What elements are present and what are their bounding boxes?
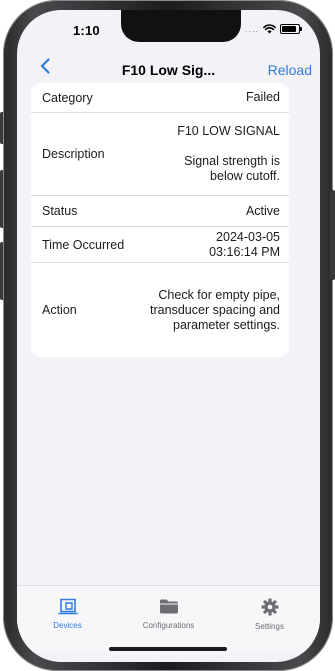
detail-value: Failed [245, 90, 280, 104]
detail-label: Status [42, 204, 78, 218]
tab-configurations[interactable]: Configurations [118, 586, 219, 653]
device-mockup: 1:10 .... F10 Low Sig... Reload Category… [0, 0, 335, 671]
home-indicator[interactable] [109, 647, 227, 651]
battery-icon [280, 24, 302, 34]
detail-value: 2024-03-05 03:16:14 PM [209, 229, 280, 259]
reload-button[interactable]: Reload [268, 62, 312, 78]
detail-label: Time Occurred [42, 237, 125, 252]
detail-row-action: Action Check for empty pipe, transducer … [31, 263, 289, 357]
devices-icon [57, 598, 78, 615]
status-bar: 1:10 .... [17, 10, 320, 50]
tab-label: Devices [53, 621, 82, 630]
power-button [330, 190, 335, 280]
status-time: 1:10 [73, 23, 100, 38]
tab-label: Settings [255, 622, 284, 631]
detail-row-category: Category Failed [31, 83, 289, 113]
detail-row-description: Description F10 LOW SIGNAL Signal streng… [31, 113, 289, 196]
tab-label: Configurations [142, 621, 195, 630]
detail-value: Active [245, 203, 280, 218]
folder-icon [159, 599, 178, 614]
page-title: F10 Low Sig... [121, 62, 216, 78]
alarm-detail-card: Category Failed Description F10 LOW SIGN… [31, 83, 289, 357]
gear-icon [261, 598, 278, 616]
detail-value: Check for empty pipe, transducer spacing… [150, 287, 280, 332]
detail-label: Action [42, 303, 77, 317]
chevron-left-icon[interactable] [36, 56, 56, 76]
detail-label: Description [42, 147, 105, 161]
tab-settings[interactable]: Settings [219, 586, 320, 653]
tab-bar: Devices Configurations Settings [17, 585, 320, 653]
detail-label: Category [42, 90, 93, 105]
status-indicators: .... [244, 24, 302, 34]
wifi-icon [263, 24, 276, 34]
detail-row-status: Status Active [31, 196, 289, 227]
detail-row-time-occurred: Time Occurred 2024-03-05 03:16:14 PM [31, 227, 289, 263]
signal-indicator: .... [244, 24, 259, 34]
app-screen: 1:10 .... F10 Low Sig... Reload Category… [17, 10, 320, 662]
detail-value: F10 LOW SIGNAL Signal strength is below … [177, 124, 280, 183]
tab-devices[interactable]: Devices [17, 586, 118, 653]
notch [121, 10, 241, 42]
